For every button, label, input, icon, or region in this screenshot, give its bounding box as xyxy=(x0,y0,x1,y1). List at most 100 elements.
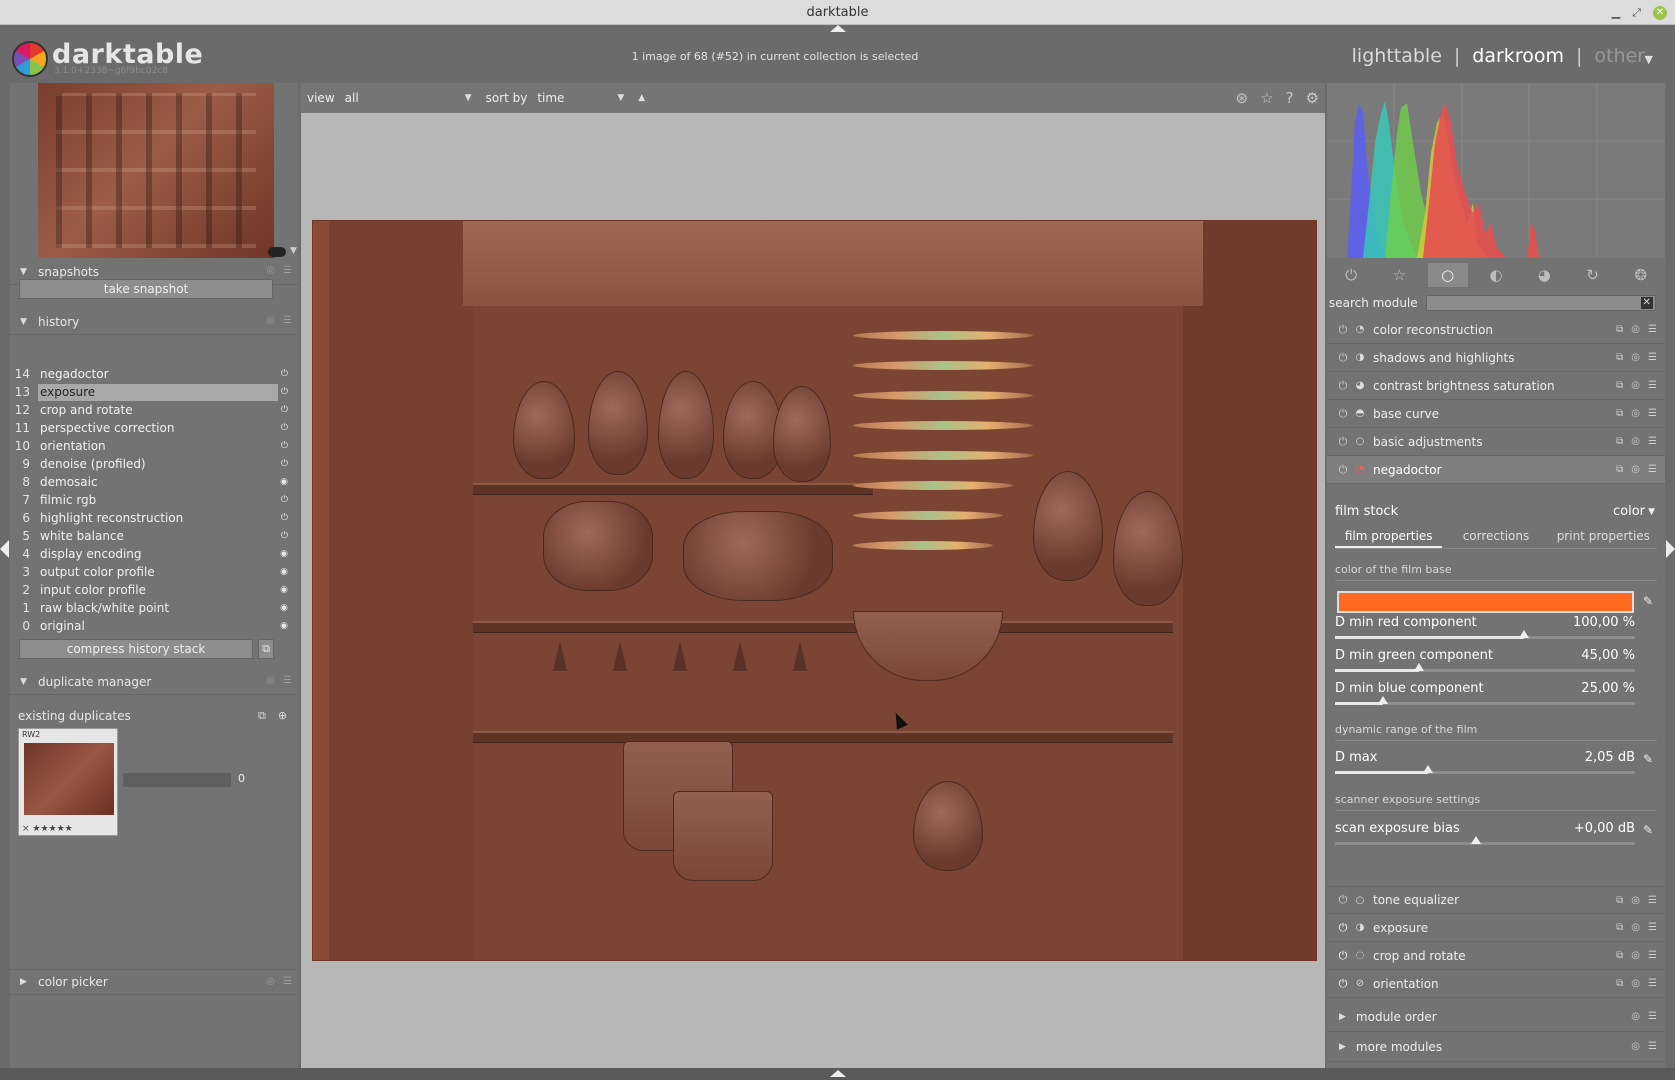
presets-icon[interactable]: ☰ xyxy=(1648,1011,1657,1022)
presets-icon[interactable]: ☰ xyxy=(1648,922,1657,933)
view-lighttable[interactable]: lighttable xyxy=(1352,45,1442,67)
power-icon[interactable]: ⏻ xyxy=(1327,351,1351,365)
minimize-icon[interactable]: ▁ xyxy=(1612,0,1620,25)
history-item[interactable]: 0 original ◉ xyxy=(10,617,298,635)
power-icon[interactable]: ⏻ xyxy=(1327,949,1351,963)
history-item[interactable]: 14 negadoctor ⏻ xyxy=(10,365,298,383)
gear-icon[interactable]: ⚙ xyxy=(1306,89,1319,107)
module-tone-equalizer[interactable]: ⏻ ○ tone equalizer ⧉ ◎ ☰ xyxy=(1327,886,1665,914)
film-base-color-swatch[interactable] xyxy=(1337,591,1634,613)
history-item[interactable]: 7 filmic rgb ⏻ xyxy=(10,491,298,509)
module-order-section[interactable]: ▶ module order ◎ ☰ xyxy=(1327,1002,1665,1032)
scan-exposure-bias-slider[interactable]: scan exposure bias +0,00 dB xyxy=(1335,821,1635,851)
reset-icon[interactable]: ◎ xyxy=(1631,408,1640,419)
dmin-red-slider[interactable]: D min red component 100,00 % xyxy=(1335,615,1635,645)
presets-icon[interactable]: ☰ xyxy=(1648,950,1657,961)
multi-instance-icon[interactable]: ⧉ xyxy=(1616,436,1623,447)
presets-icon[interactable]: ☰ xyxy=(1648,978,1657,989)
presets-icon[interactable]: ☰ xyxy=(283,265,292,276)
presets-icon[interactable]: ☰ xyxy=(283,976,292,987)
reset-icon[interactable]: ◎ xyxy=(266,976,275,987)
power-icon[interactable]: ⏻ xyxy=(1327,407,1351,421)
presets-icon[interactable]: ☰ xyxy=(1648,352,1657,363)
duplicate-icon[interactable]: ⧉ xyxy=(258,709,266,723)
history-item[interactable]: 2 input color profile ◉ xyxy=(10,581,298,599)
grouping-icon[interactable]: ⊛ xyxy=(1236,89,1249,107)
reset-icon[interactable]: ◎ xyxy=(1631,978,1640,989)
reset-icon[interactable]: ◎ xyxy=(1631,352,1640,363)
view-filter-value[interactable]: all xyxy=(345,91,455,105)
base-group-tab-icon[interactable]: ○ xyxy=(1427,263,1468,287)
color-picker-icon[interactable]: ✎ xyxy=(1643,823,1653,837)
sort-value[interactable]: time xyxy=(537,91,607,105)
reset-icon[interactable]: ◎ xyxy=(266,265,275,276)
module-exposure[interactable]: ⏻ ◑ exposure ⧉ ◎ ☰ xyxy=(1327,914,1665,942)
presets-icon[interactable]: ☰ xyxy=(1648,380,1657,391)
reset-icon[interactable]: ◎ xyxy=(1631,464,1640,475)
multi-instance-icon[interactable]: ⧉ xyxy=(1616,380,1623,391)
navigation-thumbnail[interactable] xyxy=(38,83,274,258)
presets-icon[interactable]: ☰ xyxy=(1648,464,1657,475)
multi-instance-icon[interactable]: ⧉ xyxy=(1616,352,1623,363)
presets-icon[interactable]: ☰ xyxy=(1648,324,1657,335)
color-group-tab-icon[interactable]: ◕ xyxy=(1524,263,1564,287)
new-duplicate-icon[interactable]: ⊕ xyxy=(278,709,287,723)
chevron-down-icon[interactable]: ▼ xyxy=(1645,53,1653,66)
module-base-curve[interactable]: ⏻ ◓ base curve ⧉ ◎ ☰ xyxy=(1327,400,1665,428)
view-darkroom[interactable]: darkroom xyxy=(1472,45,1564,67)
color-picker-icon[interactable]: ✎ xyxy=(1643,752,1653,766)
left-panel-toggle-icon[interactable] xyxy=(0,540,9,558)
color-picker-icon[interactable]: ✎ xyxy=(1643,594,1653,608)
power-icon[interactable]: ⏻ xyxy=(1327,921,1351,935)
close-icon[interactable]: ✕ xyxy=(1653,5,1667,20)
presets-icon[interactable]: ☰ xyxy=(1648,436,1657,447)
presets-icon[interactable]: ☰ xyxy=(1648,1041,1657,1052)
star-icon[interactable]: ☆ xyxy=(1260,89,1273,107)
effect-group-tab-icon[interactable]: ❂ xyxy=(1621,263,1661,287)
tone-group-tab-icon[interactable]: ◐ xyxy=(1476,263,1516,287)
favorites-tab-icon[interactable]: ☆ xyxy=(1379,263,1419,287)
history-item[interactable]: 12 crop and rotate ⏻ xyxy=(10,401,298,419)
reset-icon[interactable]: ◎ xyxy=(1631,380,1640,391)
reset-icon[interactable]: ◎ xyxy=(1631,922,1640,933)
chevron-down-icon[interactable]: ▼ xyxy=(1648,507,1655,517)
presets-icon[interactable]: ☰ xyxy=(283,675,292,686)
clear-search-icon[interactable]: ✕ xyxy=(1640,297,1653,309)
multi-instance-icon[interactable]: ⧉ xyxy=(1616,895,1623,906)
take-snapshot-button[interactable]: take snapshot xyxy=(19,279,273,299)
reset-icon[interactable]: ◎ xyxy=(1631,950,1640,961)
reset-icon[interactable]: ◎ xyxy=(266,675,275,686)
film-stock-value[interactable]: color xyxy=(1613,504,1645,519)
history-item[interactable]: 1 raw black/white point ◉ xyxy=(10,599,298,617)
chevron-down-icon[interactable]: ▼ xyxy=(617,93,624,103)
histogram[interactable] xyxy=(1327,83,1665,258)
presets-icon[interactable]: ☰ xyxy=(283,315,292,326)
multi-instance-icon[interactable]: ⧉ xyxy=(1616,464,1623,475)
module-shadows-highlights[interactable]: ⏻ ◑ shadows and highlights ⧉ ◎ ☰ xyxy=(1327,344,1665,372)
top-panel-toggle-icon[interactable] xyxy=(830,25,846,32)
presets-icon[interactable]: ☰ xyxy=(1648,408,1657,419)
presets-icon[interactable]: ☰ xyxy=(1648,895,1657,906)
image-canvas[interactable] xyxy=(301,113,1325,1068)
history-item[interactable]: 3 output color profile ◉ xyxy=(10,563,298,581)
history-item[interactable]: 4 display encoding ◉ xyxy=(10,545,298,563)
history-item[interactable]: 8 demosaic ◉ xyxy=(10,473,298,491)
multi-instance-icon[interactable]: ⧉ xyxy=(1616,324,1623,335)
history-header[interactable]: ▼ history ◎ ☰ xyxy=(10,309,298,335)
color-picker-header[interactable]: ▶ color picker ◎ ☰ xyxy=(10,969,298,995)
power-icon[interactable]: ⏻ xyxy=(1327,323,1351,337)
power-icon[interactable]: ⏻ xyxy=(1327,977,1351,991)
multi-instance-icon[interactable]: ⧉ xyxy=(1616,978,1623,989)
power-icon[interactable]: ⏻ xyxy=(1327,893,1351,907)
history-item[interactable]: 13 exposure ⏻ xyxy=(10,383,298,401)
module-basic-adjustments[interactable]: ⏻ ○ basic adjustments ⧉ ◎ ☰ xyxy=(1327,428,1665,456)
history-item[interactable]: 6 highlight reconstruction ⏻ xyxy=(10,509,298,527)
active-modules-tab-icon[interactable]: ⏻ xyxy=(1331,263,1371,287)
duplicate-manager-header[interactable]: ▼ duplicate manager ◎ ☰ xyxy=(10,669,298,695)
module-color-reconstruction[interactable]: ⏻ ◔ color reconstruction ⧉ ◎ ☰ xyxy=(1327,316,1665,344)
tab-film-properties[interactable]: film properties xyxy=(1335,529,1443,548)
history-item[interactable]: 11 perspective correction ⏻ xyxy=(10,419,298,437)
module-orientation[interactable]: ⏻ ⊘ orientation ⧉ ◎ ☰ xyxy=(1327,970,1665,998)
power-icon[interactable]: ⏻ xyxy=(1327,379,1351,393)
dmax-slider[interactable]: D max 2,05 dB xyxy=(1335,750,1635,780)
